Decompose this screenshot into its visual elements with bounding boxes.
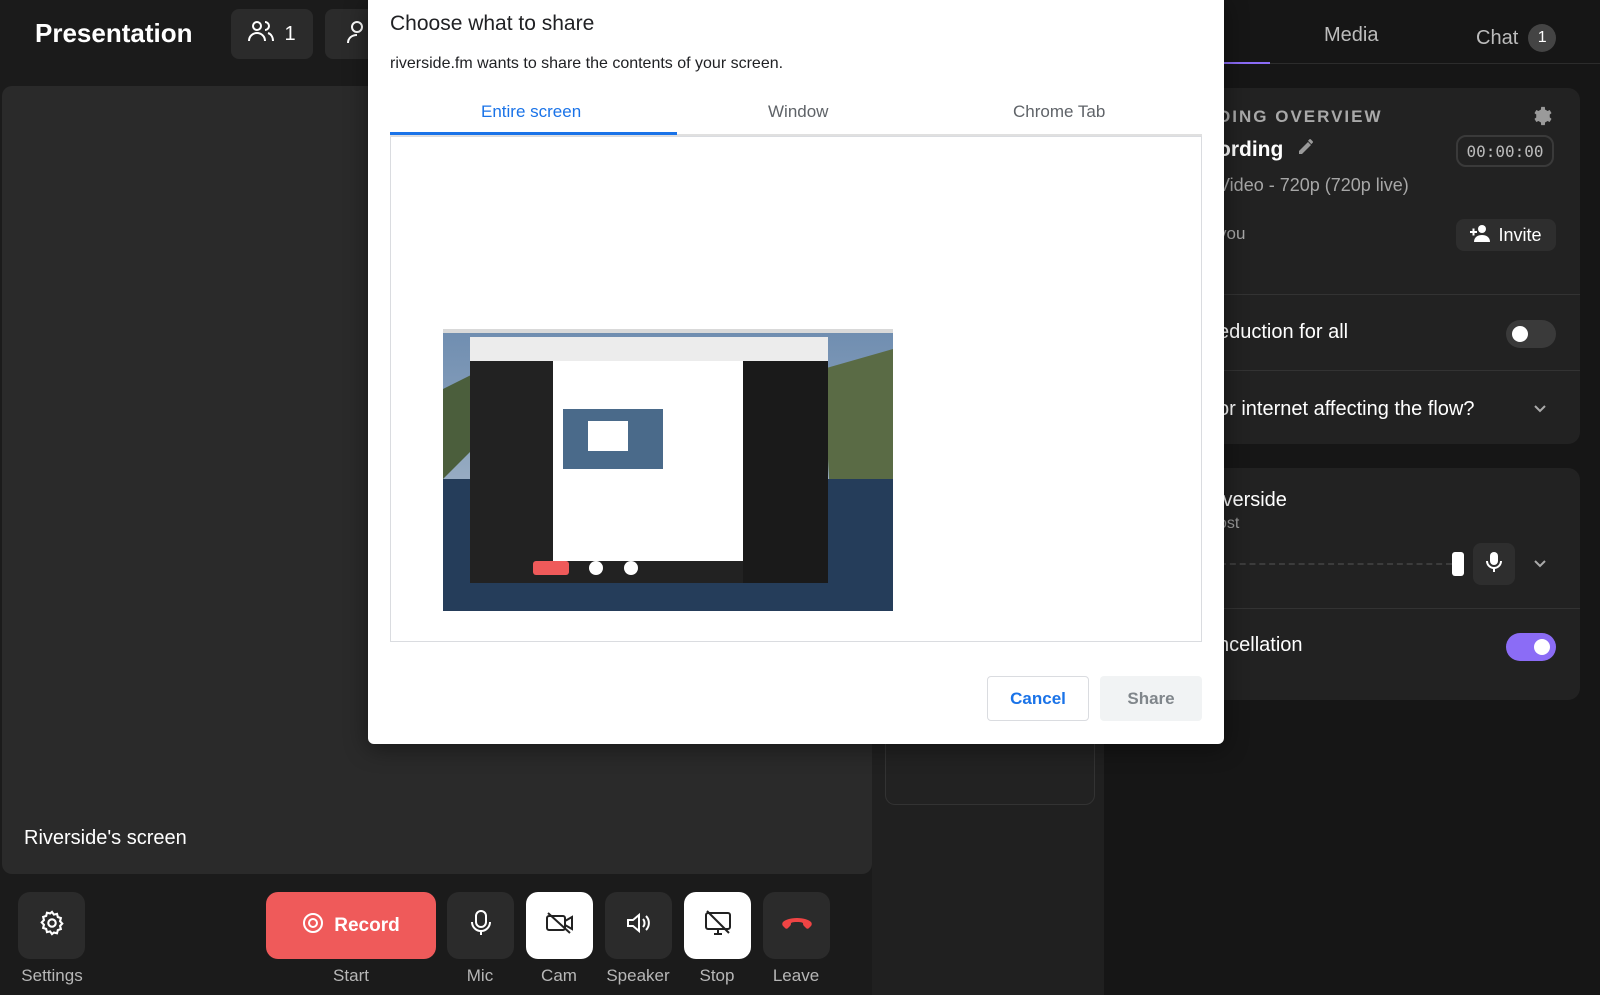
divider (1180, 370, 1580, 371)
volume-slider-track[interactable] (1220, 563, 1452, 565)
preview-area (390, 136, 1202, 642)
page-title: Presentation (35, 18, 193, 48)
stage-label: Riverside's screen (24, 827, 187, 849)
participants-button[interactable]: 1 (231, 9, 313, 59)
settings-label: Settings (21, 966, 83, 985)
tab-chat-label: Chat (1476, 26, 1519, 49)
recording-overview-heading: DING OVERVIEW (1218, 107, 1383, 126)
tab-chrome-tab[interactable]: Chrome Tab (1013, 102, 1105, 122)
cancel-button[interactable]: Cancel (987, 676, 1089, 721)
recording-title-text: ording (1218, 138, 1284, 161)
internet-issue-label[interactable]: or internet affecting the flow? (1218, 398, 1474, 421)
tab-window[interactable]: Window (768, 102, 828, 122)
gear-icon (38, 909, 66, 942)
participant-name: iverside (1218, 489, 1287, 511)
chevron-down-icon[interactable] (1532, 400, 1548, 421)
mic-label: Mic (466, 966, 494, 985)
entire-screen-thumbnail[interactable] (443, 329, 893, 611)
noise-reduction-toggle[interactable] (1506, 320, 1556, 348)
recording-quality: Video - 720p (720p live) (1218, 175, 1409, 195)
active-tab-underline (390, 132, 677, 135)
camera-off-icon (545, 911, 575, 940)
stop-share-button[interactable] (684, 892, 751, 959)
gear-icon[interactable] (1532, 105, 1554, 132)
mic-icon (470, 909, 492, 942)
pencil-icon[interactable] (1297, 138, 1315, 162)
speaker-button[interactable] (605, 892, 672, 959)
invite-button[interactable]: Invite (1456, 219, 1556, 251)
stop-label: Stop (699, 966, 735, 985)
people-icon (248, 19, 275, 49)
share-button[interactable]: Share (1100, 676, 1202, 721)
echo-cancellation-label: ncellation (1218, 634, 1303, 656)
dialog-tabs: Entire screen Window Chrome Tab (390, 96, 1202, 136)
cam-label: Cam (541, 966, 577, 985)
record-icon (302, 912, 324, 940)
mic-button[interactable] (447, 892, 514, 959)
dialog-subtitle: riverside.fm wants to share the contents… (390, 55, 784, 72)
record-label: Record (334, 914, 400, 936)
leave-label: Leave (772, 966, 820, 985)
recording-timer: 00:00:00 (1456, 135, 1554, 167)
invite-label: Invite (1498, 224, 1542, 245)
recording-title: ording (1218, 138, 1315, 162)
active-tab-indicator (1220, 62, 1270, 64)
add-person-icon (1470, 224, 1492, 247)
volume-slider-thumb[interactable] (1452, 552, 1464, 576)
participant-mic-button[interactable] (1473, 543, 1515, 585)
leave-button[interactable] (763, 892, 830, 959)
divider (1180, 294, 1580, 295)
tab-media[interactable]: Media (1324, 24, 1378, 47)
echo-cancellation-toggle[interactable] (1506, 633, 1556, 661)
participants-count: 1 (284, 22, 296, 45)
tab-chat[interactable]: Chat 1 (1476, 24, 1557, 52)
start-label: Start (333, 966, 369, 985)
speaker-icon (625, 911, 653, 940)
speaker-label: Speaker (606, 966, 670, 985)
screen-share-off-icon (703, 910, 733, 941)
mic-icon (1486, 551, 1502, 578)
share-screen-dialog: Choose what to share riverside.fm wants … (368, 0, 1224, 744)
phone-hangup-icon (781, 916, 812, 935)
dialog-title: Choose what to share (390, 12, 595, 35)
noise-reduction-label: eduction for all (1218, 321, 1349, 343)
person-icon (347, 20, 367, 49)
cam-button[interactable] (526, 892, 593, 959)
chevron-down-icon[interactable] (1532, 555, 1548, 576)
divider (1180, 608, 1580, 609)
tab-entire-screen[interactable]: Entire screen (481, 102, 581, 122)
settings-button[interactable] (18, 892, 85, 959)
record-button[interactable]: Record (266, 892, 436, 959)
chat-count-badge: 1 (1528, 24, 1557, 52)
